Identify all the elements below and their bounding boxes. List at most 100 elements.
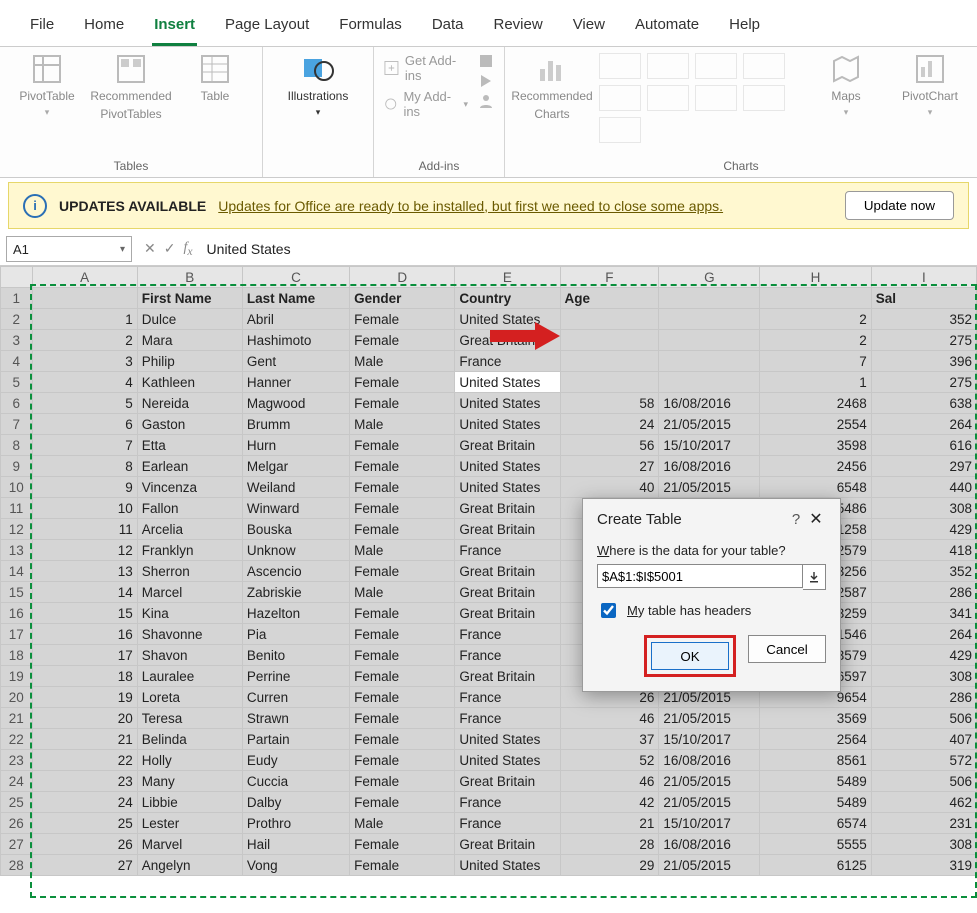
fx-icon[interactable]: fx xyxy=(183,240,192,258)
close-icon[interactable]: ✕ xyxy=(806,509,826,529)
cell[interactable]: 14 xyxy=(32,582,137,603)
cell[interactable]: Curren xyxy=(242,687,349,708)
chart-funnel-icon[interactable] xyxy=(599,117,641,143)
cell[interactable]: Etta xyxy=(137,435,242,456)
row-header[interactable]: 14 xyxy=(1,561,33,582)
row-header[interactable]: 3 xyxy=(1,330,33,351)
recommended-pivottables-button[interactable]: Recommended PivotTables xyxy=(94,53,168,121)
cell[interactable]: Eudy xyxy=(242,750,349,771)
cell[interactable]: Magwood xyxy=(242,393,349,414)
cell[interactable]: Winward xyxy=(242,498,349,519)
cell[interactable]: Male xyxy=(350,540,455,561)
menu-insert[interactable]: Insert xyxy=(152,10,197,46)
cell[interactable]: France xyxy=(455,624,560,645)
cell[interactable]: 16/08/2016 xyxy=(659,750,760,771)
chart-line-icon[interactable] xyxy=(647,53,689,79)
bing-icon[interactable] xyxy=(478,73,494,89)
cell[interactable]: 638 xyxy=(871,393,976,414)
headers-checkbox-label[interactable]: My table has headers xyxy=(627,603,751,618)
cell[interactable]: 2554 xyxy=(760,414,871,435)
cell[interactable]: Angelyn xyxy=(137,855,242,876)
cell[interactable]: 29 xyxy=(560,855,659,876)
cell[interactable]: 27 xyxy=(560,456,659,477)
cell[interactable]: Female xyxy=(350,687,455,708)
menu-file[interactable]: File xyxy=(28,10,56,46)
cell[interactable]: 308 xyxy=(871,666,976,687)
help-icon[interactable]: ? xyxy=(786,511,806,528)
corner-cell[interactable] xyxy=(1,267,33,288)
cell[interactable]: Great Britain xyxy=(455,582,560,603)
notice-link[interactable]: Updates for Office are ready to be insta… xyxy=(218,198,723,214)
cell[interactable]: 15/10/2017 xyxy=(659,813,760,834)
cell[interactable]: 8 xyxy=(32,456,137,477)
cell[interactable]: 56 xyxy=(560,435,659,456)
row-header[interactable]: 7 xyxy=(1,414,33,435)
cell[interactable]: 2 xyxy=(760,309,871,330)
cell[interactable]: 8561 xyxy=(760,750,871,771)
visio-icon[interactable] xyxy=(478,53,494,69)
row-header[interactable]: 13 xyxy=(1,540,33,561)
row-header[interactable]: 8 xyxy=(1,435,33,456)
cell[interactable]: Hanner xyxy=(242,372,349,393)
cell[interactable]: Sherron xyxy=(137,561,242,582)
cell[interactable]: Female xyxy=(350,393,455,414)
cell[interactable]: 21 xyxy=(32,729,137,750)
cell[interactable]: 3569 xyxy=(760,708,871,729)
cell[interactable]: 2564 xyxy=(760,729,871,750)
row-header[interactable]: 2 xyxy=(1,309,33,330)
col-header-I[interactable]: I xyxy=(871,267,976,288)
cell[interactable]: Hail xyxy=(242,834,349,855)
cell[interactable]: 21/05/2015 xyxy=(659,792,760,813)
cell[interactable]: Great Britain xyxy=(455,666,560,687)
cell[interactable]: 275 xyxy=(871,330,976,351)
cell[interactable]: Shavon xyxy=(137,645,242,666)
cell[interactable]: 264 xyxy=(871,414,976,435)
cell[interactable]: 21/05/2015 xyxy=(659,414,760,435)
cell[interactable] xyxy=(32,288,137,309)
cell[interactable]: First Name xyxy=(137,288,242,309)
cell[interactable]: 407 xyxy=(871,729,976,750)
cell[interactable]: 24 xyxy=(560,414,659,435)
cell[interactable]: 5555 xyxy=(760,834,871,855)
cell[interactable]: France xyxy=(455,351,560,372)
cell[interactable]: Mara xyxy=(137,330,242,351)
get-addins-button[interactable]: Get Add-ins xyxy=(384,53,468,83)
col-header-E[interactable]: E xyxy=(455,267,560,288)
cell[interactable]: 429 xyxy=(871,519,976,540)
row-header[interactable]: 22 xyxy=(1,729,33,750)
cell[interactable]: France xyxy=(455,540,560,561)
cell[interactable]: 7 xyxy=(760,351,871,372)
cell[interactable]: 5 xyxy=(32,393,137,414)
cell[interactable]: 46 xyxy=(560,771,659,792)
col-header-B[interactable]: B xyxy=(137,267,242,288)
cell[interactable]: Female xyxy=(350,834,455,855)
cell[interactable]: Pia xyxy=(242,624,349,645)
cell[interactable]: 616 xyxy=(871,435,976,456)
cell[interactable]: Female xyxy=(350,330,455,351)
cell[interactable]: Female xyxy=(350,666,455,687)
cell[interactable]: 7 xyxy=(32,435,137,456)
menu-page-layout[interactable]: Page Layout xyxy=(223,10,311,46)
spreadsheet-grid[interactable]: ABCDEFGHI 1First NameLast NameGenderCoun… xyxy=(0,266,977,876)
cell[interactable]: 26 xyxy=(32,834,137,855)
cell[interactable]: Great Britain xyxy=(455,330,560,351)
row-header[interactable]: 9 xyxy=(1,456,33,477)
cell[interactable]: 2468 xyxy=(760,393,871,414)
cell[interactable]: Great Britain xyxy=(455,498,560,519)
cell[interactable]: Female xyxy=(350,519,455,540)
col-header-F[interactable]: F xyxy=(560,267,659,288)
cell[interactable]: 341 xyxy=(871,603,976,624)
people-icon[interactable] xyxy=(478,93,494,109)
cell[interactable]: Female xyxy=(350,603,455,624)
cell[interactable]: Marvel xyxy=(137,834,242,855)
cell[interactable]: Female xyxy=(350,645,455,666)
cell[interactable]: 20 xyxy=(32,708,137,729)
ok-button[interactable]: OK xyxy=(651,642,729,670)
update-now-button[interactable]: Update now xyxy=(845,191,954,220)
cell[interactable]: Male xyxy=(350,414,455,435)
cell[interactable]: 9 xyxy=(32,477,137,498)
cell[interactable]: Vong xyxy=(242,855,349,876)
menu-help[interactable]: Help xyxy=(727,10,762,46)
cell[interactable]: Bouska xyxy=(242,519,349,540)
row-header[interactable]: 23 xyxy=(1,750,33,771)
